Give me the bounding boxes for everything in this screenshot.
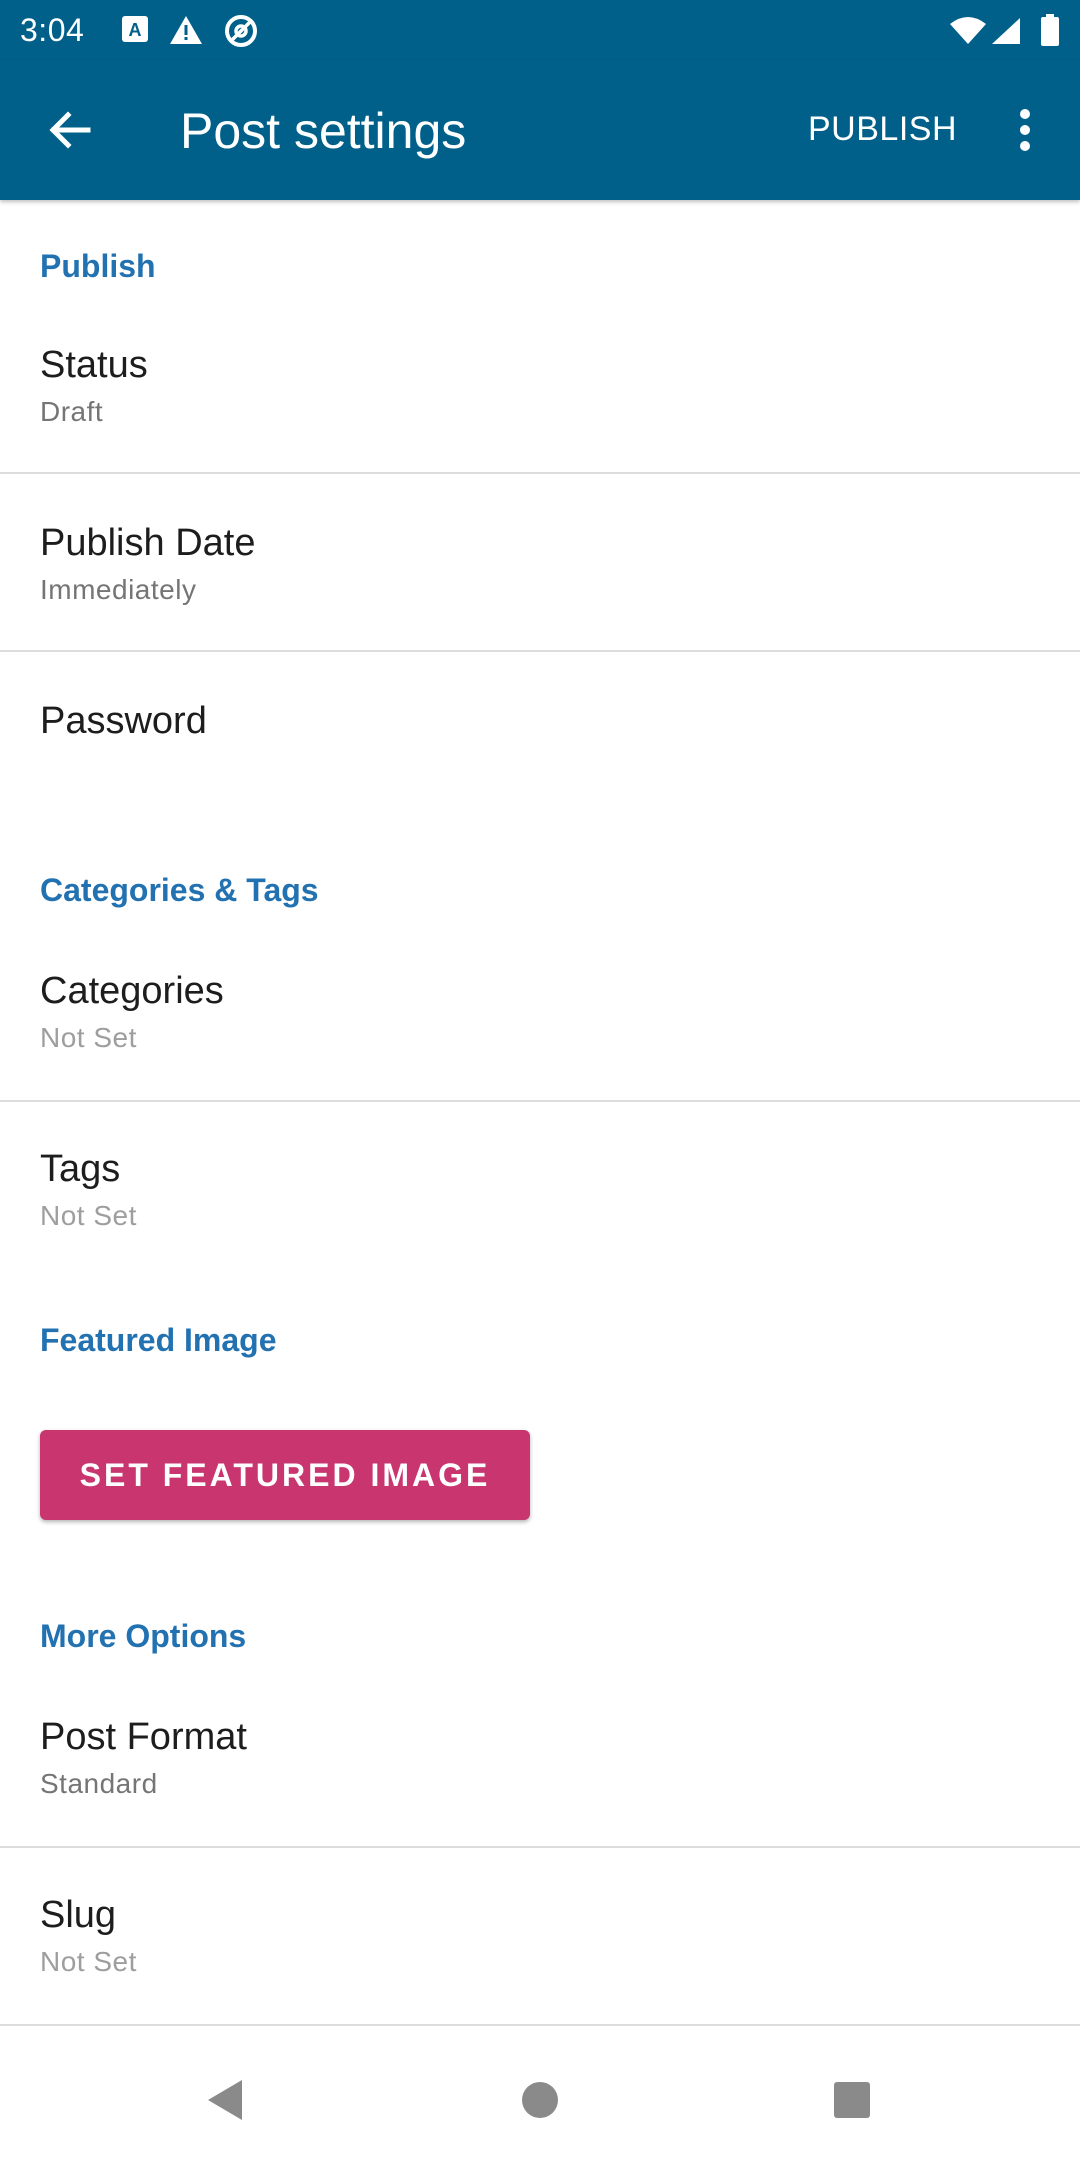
status-bar: 3:04 A (0, 0, 1080, 60)
categories-value: Not Set (40, 1022, 137, 1053)
divider (0, 1100, 1080, 1102)
status-value: Draft (40, 396, 104, 427)
arrow-back-icon[interactable] (40, 100, 100, 160)
status-time: 3:04 (20, 12, 85, 48)
section-header-more-options: More Options (40, 1618, 247, 1654)
publish-date-label: Publish Date (40, 522, 256, 564)
tags-value: Not Set (40, 1200, 137, 1231)
wifi-icon (948, 16, 988, 51)
post-format-label: Post Format (40, 1716, 247, 1758)
slug-label: Slug (40, 1894, 117, 1936)
section-header-featured-image: Featured Image (40, 1322, 277, 1358)
divider (0, 2024, 1080, 2026)
status-label: Status (40, 344, 148, 386)
more-vertical-icon[interactable] (1000, 100, 1050, 160)
section-header-publish: Publish (40, 248, 156, 284)
divider (0, 472, 1080, 474)
tags-row[interactable]: Tags Not Set (0, 1134, 1080, 1254)
back-triangle-icon[interactable] (196, 2070, 256, 2130)
post-format-row[interactable]: Post Format Standard (0, 1702, 1080, 1846)
page-title: Post settings (180, 103, 467, 159)
set-featured-image-button[interactable]: SET FEATURED IMAGE (40, 1430, 530, 1520)
password-label: Password (40, 700, 207, 742)
publish-date-row[interactable]: Publish Date Immediately (0, 508, 1080, 650)
divider (0, 650, 1080, 652)
battery-icon (1040, 14, 1060, 51)
tags-label: Tags (40, 1148, 121, 1190)
section-header-categories-tags: Categories & Tags (40, 872, 319, 908)
home-circle-icon[interactable] (510, 2070, 570, 2130)
at-sign-icon (224, 14, 258, 53)
categories-row[interactable]: Categories Not Set (0, 956, 1080, 1100)
post-format-value: Standard (40, 1768, 158, 1799)
keyboard-a-icon: A (120, 14, 150, 49)
divider (0, 1846, 1080, 1848)
app-bar: Post settings PUBLISH (0, 60, 1080, 200)
warning-icon (168, 14, 204, 51)
publish-button[interactable]: PUBLISH (808, 110, 957, 149)
slug-value: Not Set (40, 1946, 137, 1977)
recents-square-icon[interactable] (822, 2070, 882, 2130)
categories-label: Categories (40, 970, 224, 1012)
signal-icon (990, 16, 1022, 51)
status-row[interactable]: Status Draft (0, 330, 1080, 472)
svg-text:A: A (129, 20, 142, 40)
navigation-bar (0, 2040, 1080, 2160)
slug-row[interactable]: Slug Not Set (0, 1880, 1080, 2024)
password-row[interactable]: Password (0, 688, 1080, 808)
publish-date-value: Immediately (40, 574, 197, 605)
